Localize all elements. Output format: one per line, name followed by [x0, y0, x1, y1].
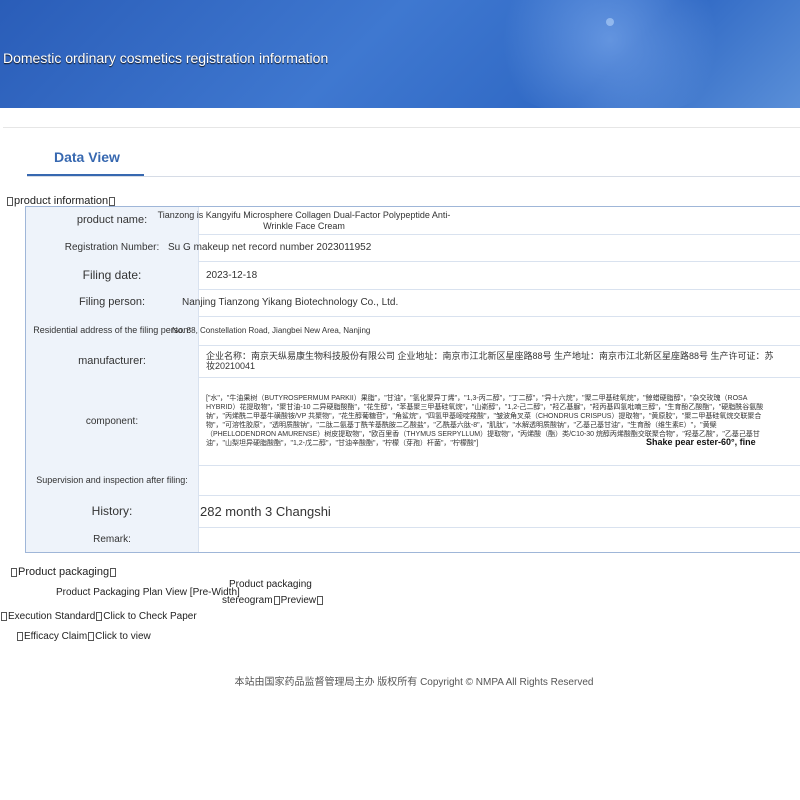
field-value: Tianzong is Kangyifu Microsphere Collage…: [157, 209, 451, 231]
field-value: Su G makeup net record number 2023011952: [168, 242, 372, 253]
component-overlay-text: Shake pear ester-60°, fine: [646, 437, 756, 447]
preview-link[interactable]: Preview: [281, 595, 317, 606]
field-value: 2023-12-18: [206, 269, 258, 281]
field-value: 282 month 3 Changshi: [200, 503, 331, 519]
bracket-icon: [109, 196, 116, 206]
check-paper-link[interactable]: Click to Check Paper: [103, 611, 196, 622]
tab-data-view[interactable]: Data View: [54, 149, 120, 165]
table-row: product name: Tianzong is Kangyifu Micro…: [26, 207, 800, 235]
bracket-icon: [273, 595, 280, 605]
bracket-icon: [88, 631, 95, 641]
table-row: Registration Number: Su G makeup net rec…: [26, 234, 800, 262]
table-row: manufacturer: 企业名称：南京天纵易康生物科技股份有限公司 企业地址…: [26, 345, 800, 378]
header-banner: Domestic ordinary cosmetics registration…: [0, 0, 800, 108]
banner-dot: [606, 18, 614, 26]
field-label: Filing person:: [26, 289, 199, 316]
field-value: ["水"，"牛油果树（BUTYROSPERMUM PARKII）果脂"，"甘油"…: [206, 395, 764, 447]
field-label: Remark:: [26, 527, 199, 552]
table-row: Supervision and inspection after filing:: [26, 465, 800, 496]
info-table: product name: Tianzong is Kangyifu Micro…: [25, 206, 800, 553]
field-label: manufacturer:: [26, 345, 199, 377]
field-value: Nanjing Tianzong Yikang Biotechnology Co…: [182, 297, 399, 308]
table-row: component: ["水"，"牛油果树（BUTYROSPERMUM PARK…: [26, 377, 800, 466]
bracket-icon: [1, 611, 7, 621]
field-label: component:: [26, 377, 199, 465]
bracket-icon: [317, 595, 324, 605]
content-panel: Data View product information product na…: [0, 127, 800, 669]
stereogram-label: Product packaging: [229, 579, 312, 590]
bracket-icon: [7, 196, 13, 206]
page-title: Domestic ordinary cosmetics registration…: [3, 50, 329, 66]
plan-view-link[interactable]: Product Packaging Plan View [Pre-Width]: [56, 586, 240, 600]
stereogram-preview[interactable]: stereogram Preview: [222, 594, 324, 608]
table-row: Remark:: [26, 527, 800, 552]
execution-standard-row: Execution Standard Click to Check Paper: [0, 610, 197, 624]
bracket-icon: [17, 631, 23, 641]
section-product-packaging: Product packaging: [10, 566, 117, 578]
stereogram-label-2: stereogram: [222, 595, 273, 606]
tab-divider: [27, 176, 800, 177]
field-label: Filing date:: [26, 261, 199, 289]
table-row: History: 282 month 3 Changshi: [26, 495, 800, 528]
section-title: Product packaging: [18, 566, 110, 578]
bracket-icon: [96, 611, 103, 621]
field-value: No. 88, Constellation Road, Jiangbei New…: [172, 326, 371, 335]
efficacy-claim-label: Efficacy Claim: [24, 631, 88, 642]
click-to-view-link[interactable]: Click to view: [95, 631, 151, 642]
table-row: Filing person: Nanjing Tianzong Yikang B…: [26, 289, 800, 317]
bracket-icon: [11, 567, 17, 577]
bracket-icon: [110, 567, 117, 577]
execution-standard-label: Execution Standard: [8, 611, 96, 622]
field-value: 企业名称：南京天纵易康生物科技股份有限公司 企业地址：南京市江北新区星座路88号…: [206, 351, 774, 371]
banner-glow: [480, 0, 740, 108]
table-row: Filing date: 2023-12-18: [26, 261, 800, 290]
efficacy-claim-row: Efficacy Claim Click to view: [16, 630, 151, 644]
field-label: Supervision and inspection after filing:: [26, 465, 199, 495]
footer-copyright: 本站由国家药品监督管理局主办 版权所有 Copyright © NMPA All…: [234, 677, 594, 688]
field-label: History:: [26, 495, 199, 527]
table-row: Residential address of the filing person…: [26, 316, 800, 346]
